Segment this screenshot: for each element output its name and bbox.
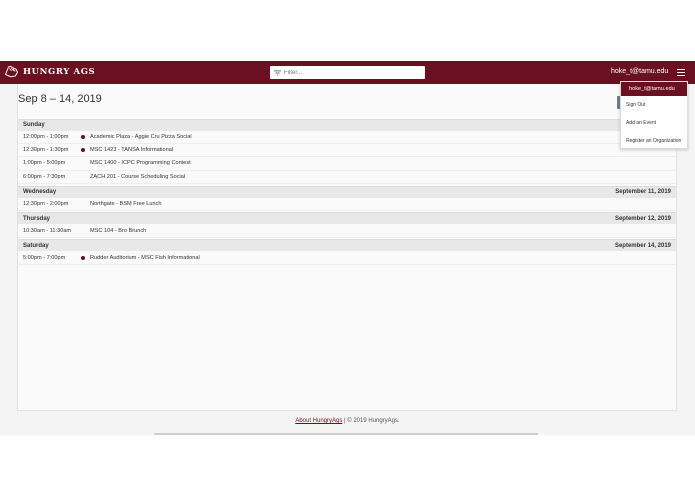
event-dot-icon <box>81 202 85 206</box>
event-time: 5:00pm - 7:00pm <box>23 254 66 261</box>
event-title: MSC 104 - Bro Brunch <box>90 227 147 234</box>
event-dot-icon <box>81 229 85 233</box>
day-header: Sunday <box>18 118 676 131</box>
day-header: Thursday September 12, 2019 <box>18 212 676 225</box>
user-dropdown-menu: hoke_t@tamu.edu Sign Out Add an Event Re… <box>620 81 688 149</box>
day-header: Saturday September 14, 2019 <box>18 239 676 252</box>
calendar-list: Sep 8 – 14, 2019 Sunday 12:00pm - 1:00pm A… <box>17 84 677 411</box>
user-email[interactable]: hoke_t@tamu.edu <box>611 68 668 75</box>
event-row[interactable]: 12:00pm - 1:00pm Academic Plaza - Aggie C… <box>18 131 676 144</box>
event-title: Rudder Auditorium - MSC Fish Information… <box>90 254 200 261</box>
filter-icon <box>274 69 281 76</box>
event-row[interactable]: 10:30am - 11:30am MSC 104 - Bro Brunch <box>18 224 676 238</box>
event-row[interactable]: 1:00pm - 5:00pm MSC 1400 - ICPC Programmi… <box>18 157 676 171</box>
day-date: September 12, 2019 <box>614 215 671 222</box>
calendar-rows: Sunday 12:00pm - 1:00pm Academic Plaza - A… <box>18 117 676 265</box>
day-label: Wednesday <box>23 189 57 196</box>
event-dot-icon <box>81 134 85 139</box>
day-date: September 14, 2019 <box>614 242 671 249</box>
day-label: Saturday <box>23 242 49 249</box>
calendar-range-title: Sep 8 – 14, 2019 <box>18 93 102 105</box>
day-date: September 11, 2019 <box>615 189 671 196</box>
event-time: 6:00pm - 7:30pm <box>23 173 66 180</box>
event-title: Northgate - BSM Free Lunch <box>90 200 162 207</box>
event-time: 10:30am - 11:30am <box>23 227 72 234</box>
event-row[interactable]: 12:30pm - 1:30pm MSC 1423 - TANSA Informa… <box>18 144 676 158</box>
footer: About HungryAgs | © 2019 HungryAgs. <box>0 418 695 424</box>
add-event-item[interactable]: Add an Event <box>621 114 687 132</box>
event-title: MSC 1400 - ICPC Programming Contest <box>90 160 191 167</box>
event-time: 12:30pm - 1:30pm <box>23 147 69 154</box>
event-time: 12:00pm - 1:00pm <box>23 133 69 140</box>
about-link[interactable]: About HungryAgs <box>295 418 342 424</box>
logo[interactable]: Hungry Ags <box>4 64 95 79</box>
dropdown-user-email: hoke_t@tamu.edu <box>621 82 687 96</box>
event-dot-icon <box>81 161 85 165</box>
day-label: Sunday <box>23 122 45 128</box>
day-label: Thursday <box>23 215 51 222</box>
sign-out-item[interactable]: Sign Out <box>621 96 687 114</box>
copyright-text: | © 2019 HungryAgs. <box>342 418 400 424</box>
app-title: Hungry Ags <box>23 66 96 77</box>
event-title: MSC 1423 - TANSA Informational <box>90 147 174 154</box>
event-dot-icon <box>81 148 85 153</box>
event-title: Academic Plaza - Aggie Cru Pizza Social <box>90 133 192 140</box>
app-root: Hungry Ags hoke_t@tamu.edu Sep 8 – 14, 2… <box>0 61 695 435</box>
horizontal-scrollbar[interactable] <box>154 433 538 435</box>
event-time: 1:00pm - 5:00pm <box>23 160 66 167</box>
menu-icon[interactable] <box>677 69 685 76</box>
event-title: ZACH 201 - Course Scheduling Social <box>90 173 186 180</box>
event-row[interactable]: 6:00pm - 7:30pm ZACH 201 - Course Schedul… <box>18 171 676 185</box>
filter-input[interactable] <box>284 69 414 76</box>
event-row[interactable]: 5:00pm - 7:00pm Rudder Auditorium - MSC F… <box>18 251 676 265</box>
event-time: 12:30pm - 2:00pm <box>23 200 69 207</box>
register-organization-item[interactable]: Register an Organization <box>621 132 687 150</box>
day-header: Wednesday September 11, 2019 <box>18 185 676 198</box>
event-dot-icon <box>81 175 85 179</box>
event-dot-icon <box>81 255 85 260</box>
hand-logo-icon <box>4 65 19 78</box>
event-row[interactable]: 12:30pm - 2:00pm Northgate - BSM Free Lun… <box>18 198 676 211</box>
filter-box[interactable] <box>270 66 425 79</box>
navbar: Hungry Ags hoke_t@tamu.edu <box>0 61 695 84</box>
